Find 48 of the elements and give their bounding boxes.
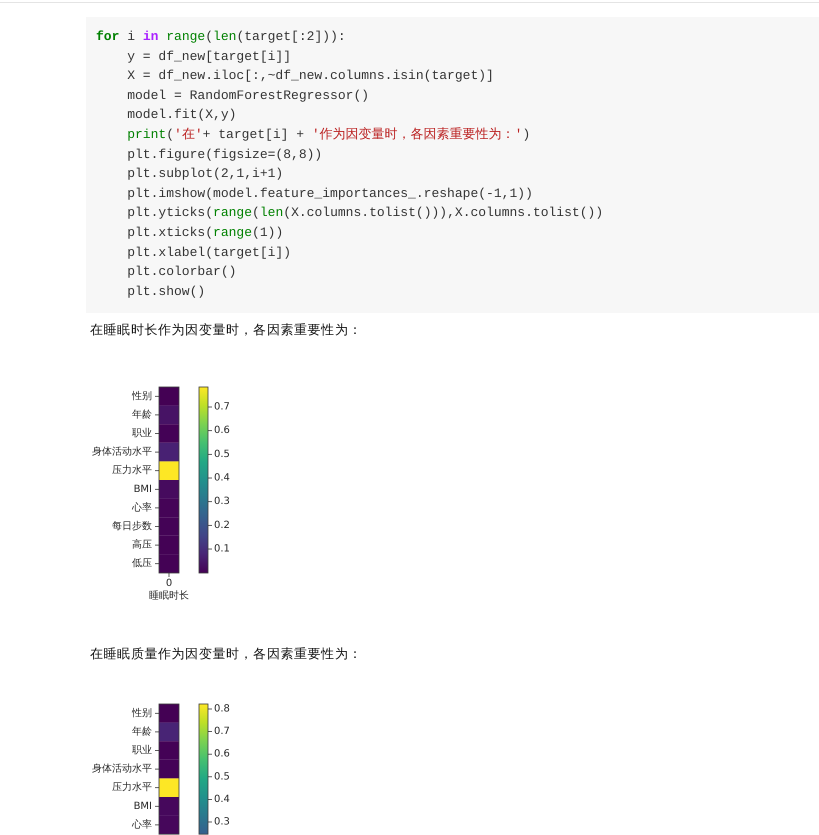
code-line: print('在'+ target[i] + '作为因变量时，各因素重要性为：') (127, 126, 532, 144)
axis-label: 心率 (132, 820, 152, 831)
axis-label: 身体活动水平 (92, 446, 152, 458)
output-text: 在睡眠质量作为因变量时，各因素重要性为： (90, 646, 363, 664)
axis-label: 职业 (132, 428, 152, 440)
code-line: model = RandomForestRegressor() (127, 86, 370, 105)
axis-label: BMI (134, 484, 152, 496)
tick-label: 0.3 (214, 816, 230, 828)
tick-label: 0.7 (214, 726, 230, 738)
code-line: plt.xlabel(target[i]) (127, 244, 292, 262)
axis-label: 性别 (132, 391, 152, 402)
code-line: model.fit(X,y) (127, 106, 238, 124)
tick-label: 0.4 (214, 472, 230, 484)
code-line: X = df_new.iloc[:,~df_new.columns.isin(target)] (127, 67, 495, 86)
code-line: for i in range(len(target[:2])): (96, 28, 347, 46)
tick-label: 0.8 (214, 704, 230, 715)
code-line: plt.figure(figsize=(8,8)) (127, 146, 324, 164)
axis-label: BMI (134, 801, 152, 812)
axis-label: 高压 (132, 540, 152, 551)
tick-label: 0.1 (214, 544, 230, 555)
code-line: y = df_new[target[i]] (127, 48, 292, 66)
axis-label: 压力水平 (112, 782, 152, 794)
axis-label: 每日步数 (112, 521, 152, 532)
tick-label: 0.7 (214, 402, 230, 413)
axis-label: 性别 (132, 708, 152, 720)
code-line: plt.yticks(range(len(X.columns.tolist())),X.columns.tolist()) (127, 204, 604, 222)
tick-label: 0.5 (214, 772, 230, 783)
axis-label: 职业 (132, 745, 152, 756)
code-line: plt.imshow(model.feature_importances_.reshape(-1,1)) (127, 184, 534, 203)
tick-label: 0.2 (214, 520, 230, 532)
axis-label: 心率 (132, 502, 152, 514)
code-line: plt.colorbar() (127, 263, 238, 282)
code-line: plt.xticks(range(1)) (127, 224, 284, 242)
tick-label: 0.3 (214, 496, 230, 508)
axis-label: 年龄 (132, 410, 152, 421)
tick-label: 0.4 (214, 794, 230, 806)
output-text: 在睡眠时长作为因变量时，各因素重要性为： (90, 322, 363, 340)
axis-label: 0 (166, 578, 172, 590)
axis-label: 低压 (132, 558, 152, 570)
axis-title: 睡眠时长 (149, 590, 189, 602)
axis-label: 身体活动水平 (92, 764, 152, 775)
tick-label: 0.6 (214, 749, 230, 760)
tick-label: 0.6 (214, 425, 230, 436)
code-line: plt.subplot(2,1,i+1) (127, 165, 284, 184)
axis-label: 压力水平 (112, 466, 152, 477)
tick-label: 0.5 (214, 449, 230, 460)
axis-label: 年龄 (132, 726, 152, 738)
code-line: plt.show() (127, 282, 206, 301)
